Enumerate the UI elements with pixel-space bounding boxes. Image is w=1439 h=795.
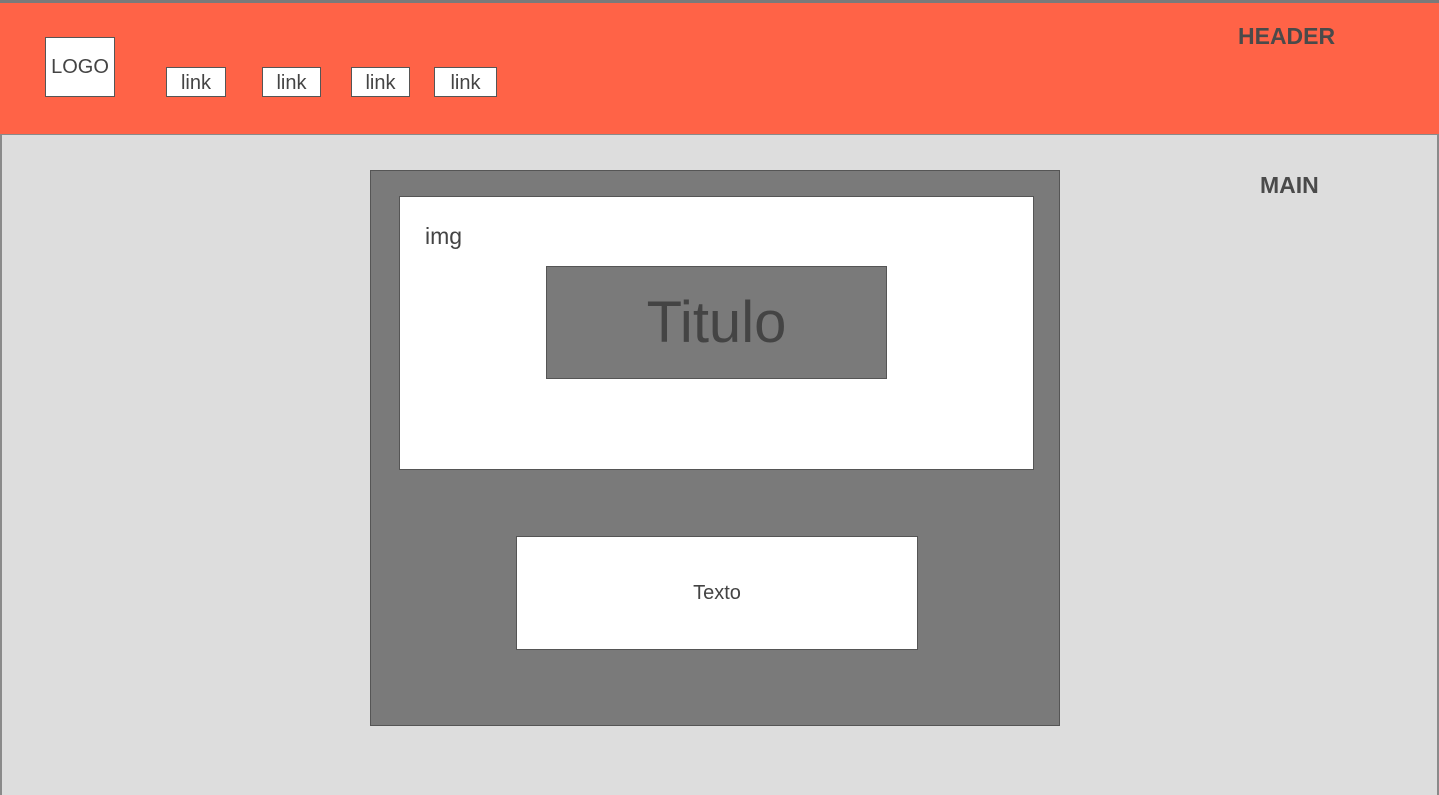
nav-link-1[interactable]: link [166, 67, 226, 97]
logo[interactable]: LOGO [45, 37, 115, 97]
text-box: Texto [516, 536, 918, 650]
nav-link-4[interactable]: link [434, 67, 497, 97]
header-label: HEADER [1238, 23, 1336, 49]
image-label: img [425, 223, 463, 249]
main-label: MAIN [1260, 172, 1319, 198]
nav-link-3[interactable]: link [351, 67, 410, 97]
title-box: Titulo [546, 266, 887, 379]
nav-link-2[interactable]: link [262, 67, 321, 97]
